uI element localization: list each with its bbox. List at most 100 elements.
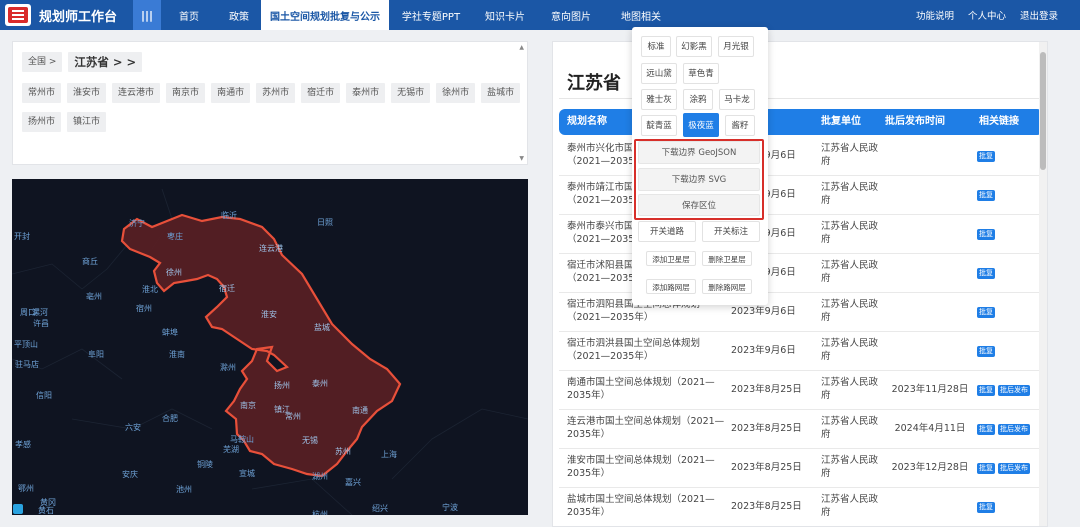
map-label: 滁州: [220, 363, 236, 372]
related-links: 批复: [977, 151, 1043, 162]
city-chip[interactable]: 扬州市: [22, 112, 62, 132]
logout-link[interactable]: 退出登录: [1020, 8, 1058, 22]
menu-toggle-icon[interactable]: |||: [133, 0, 161, 30]
toggle-roads-button[interactable]: 开关道路: [638, 221, 696, 242]
remove-road-network-button[interactable]: 删除路网层: [702, 279, 752, 294]
help-link[interactable]: 功能说明: [916, 8, 954, 22]
approval-link-badge[interactable]: 批复: [977, 151, 995, 162]
related-links: 批复: [977, 229, 1043, 240]
crumb-national[interactable]: 全国 >: [22, 52, 63, 72]
crumb-province[interactable]: 江苏省 > >: [68, 52, 143, 72]
style-graffiti[interactable]: 涂鸦: [683, 89, 713, 110]
map-label: 宁波: [442, 503, 458, 512]
approval-unit: 江苏省人民政府: [821, 143, 879, 167]
approval-date: 2023年8月25日: [731, 462, 802, 473]
main-nav: 首页 政策 国土空间规划批复与公示 学社专题PPT 知识卡片 意向图片 地图相关: [161, 0, 677, 30]
scroll-up-icon[interactable]: ▲: [519, 44, 524, 51]
top-nav-bar: 规划师工作台 ||| 首页 政策 国土空间规划批复与公示 学社专题PPT 知识卡…: [0, 0, 1080, 30]
city-chip[interactable]: 盐城市: [481, 83, 521, 103]
city-chip[interactable]: 徐州市: [436, 83, 476, 103]
style-polar-night-blue[interactable]: 极夜蓝: [683, 113, 719, 137]
remove-satellite-button[interactable]: 删除卫星层: [702, 251, 752, 266]
add-satellite-button[interactable]: 添加卫星层: [646, 251, 696, 266]
map-label: 孝感: [15, 440, 31, 449]
city-chip[interactable]: 镇江市: [67, 112, 107, 132]
telegram-icon[interactable]: [13, 504, 23, 514]
nav-home[interactable]: 首页: [161, 0, 217, 30]
city-chip[interactable]: 无锡市: [391, 83, 431, 103]
toggle-labels-button[interactable]: 开关标注: [702, 221, 760, 242]
publish-link-badge[interactable]: 批后发布: [998, 385, 1030, 396]
approval-link-badge[interactable]: 批复: [977, 502, 995, 513]
style-grass-green[interactable]: 草色青: [683, 63, 719, 84]
publish-link-badge[interactable]: 批后发布: [998, 424, 1030, 435]
map-label: 无锡: [302, 436, 318, 445]
map-label: 盐城: [314, 323, 330, 332]
approval-link-badge[interactable]: 批复: [977, 307, 995, 318]
top-right-links: 功能说明 个人中心 退出登录: [916, 0, 1058, 30]
approval-link-badge[interactable]: 批复: [977, 385, 995, 396]
map-view[interactable]: 济宁 临沂 枣庄 日照 开封 商丘 徐州 连云港 周口 亳州 淮北 宿州 宿迁 …: [12, 179, 528, 515]
scrollbar[interactable]: [1039, 42, 1047, 526]
scroll-down-icon[interactable]: ▼: [519, 155, 524, 162]
style-sauce[interactable]: 酱籽: [725, 115, 755, 136]
nav-knowledge-cards[interactable]: 知识卡片: [473, 0, 537, 30]
table-row: 连云港市国土空间总体规划（2021—2035年） 2023年8月25日 江苏省人民政…: [559, 410, 1043, 449]
nav-map[interactable]: 地图相关: [605, 0, 677, 30]
plan-name[interactable]: 盐城市国土空间总体规划（2021—2035年）: [567, 494, 725, 519]
approval-unit: 江苏省人民政府: [821, 416, 879, 440]
city-chip[interactable]: 连云港市: [112, 83, 161, 103]
city-chip[interactable]: 苏州市: [256, 83, 296, 103]
style-elegant-gray[interactable]: 雅士灰: [641, 89, 677, 110]
nav-images[interactable]: 意向图片: [537, 0, 605, 30]
publish-link-badge[interactable]: 批后发布: [998, 463, 1030, 474]
approval-date: 2023年9月6日: [731, 306, 796, 317]
city-row-2: 扬州市 镇江市: [22, 112, 107, 132]
nav-spatial-planning[interactable]: 国土空间规划批复与公示: [261, 0, 389, 30]
style-macaron[interactable]: 马卡龙: [719, 89, 755, 110]
approval-unit: 江苏省人民政府: [821, 377, 879, 401]
add-road-network-button[interactable]: 添加路网层: [646, 279, 696, 294]
jiangsu-region[interactable]: [120, 213, 402, 478]
related-links: 批复 批后发布: [977, 463, 1043, 474]
plan-name[interactable]: 连云港市国土空间总体规划（2021—2035年）: [567, 416, 725, 441]
plan-name[interactable]: 宿迁市泗洪县国土空间总体规划（2021—2035年）: [567, 338, 725, 363]
style-far-mountain[interactable]: 远山黛: [641, 63, 677, 84]
city-chip[interactable]: 泰州市: [346, 83, 386, 103]
plan-name[interactable]: 南通市国土空间总体规划（2021—2035年）: [567, 377, 725, 402]
approval-link-badge[interactable]: 批复: [977, 346, 995, 357]
approval-link-badge[interactable]: 批复: [977, 424, 995, 435]
style-indigo-blue[interactable]: 靛青蓝: [641, 115, 677, 136]
style-moonlight-silver[interactable]: 月光银: [718, 36, 754, 57]
approval-unit: 江苏省人民政府: [821, 299, 879, 323]
style-standard[interactable]: 标准: [641, 36, 671, 57]
approval-link-badge[interactable]: 批复: [977, 268, 995, 279]
approval-date: 2023年9月6日: [731, 345, 796, 356]
style-phantom-black[interactable]: 幻影黑: [676, 36, 712, 57]
city-chip[interactable]: 南通市: [211, 83, 251, 103]
map-label: 临沂: [221, 211, 237, 220]
map-label: 开封: [14, 232, 30, 241]
plan-name[interactable]: 淮安市国土空间总体规划（2021—2035年）: [567, 455, 725, 480]
nav-policy[interactable]: 政策: [217, 0, 261, 30]
publish-date: 2023年11月28日: [891, 384, 969, 395]
city-chip[interactable]: 宿迁市: [301, 83, 341, 103]
city-row-1: 常州市 淮安市 连云港市 南京市 南通市 苏州市 宿迁市 泰州市 无锡市 徐州市…: [22, 83, 521, 103]
city-chip[interactable]: 南京市: [166, 83, 206, 103]
table-row: 盐城市国土空间总体规划（2021—2035年） 2023年8月25日 江苏省人民政府…: [559, 488, 1043, 526]
approval-unit: 江苏省人民政府: [821, 182, 879, 206]
map-label: 嘉兴: [345, 478, 361, 487]
city-chip[interactable]: 淮安市: [67, 83, 107, 103]
brand-title[interactable]: 规划师工作台: [39, 6, 133, 25]
map-label: 池州: [176, 485, 192, 494]
approval-link-badge[interactable]: 批复: [977, 463, 995, 474]
map-label: 许昌: [33, 319, 49, 328]
approval-link-badge[interactable]: 批复: [977, 190, 995, 201]
nav-ppt[interactable]: 学社专题PPT: [389, 0, 473, 30]
approval-date: 2023年8月25日: [731, 501, 802, 512]
approval-link-badge[interactable]: 批复: [977, 229, 995, 240]
city-chip[interactable]: 常州市: [22, 83, 62, 103]
map-label: 黄石: [38, 506, 54, 515]
scrollbar-thumb[interactable]: [1040, 52, 1046, 170]
profile-link[interactable]: 个人中心: [968, 8, 1006, 22]
